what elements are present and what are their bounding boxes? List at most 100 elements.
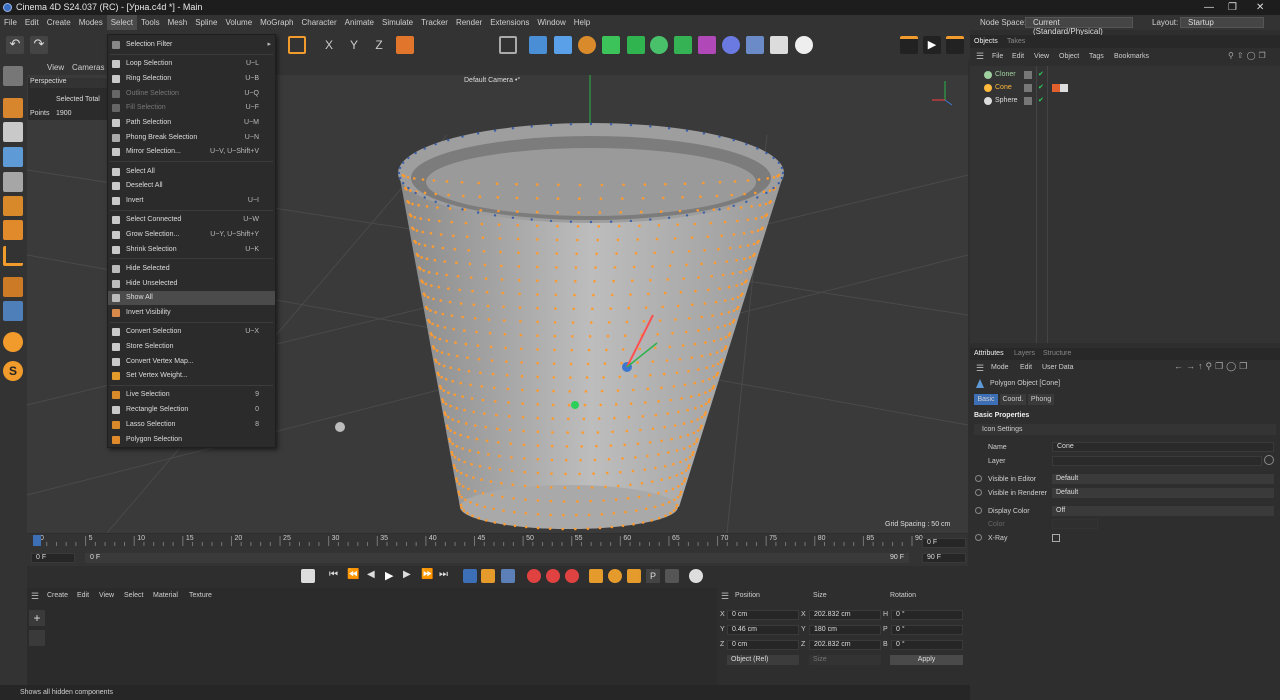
menu-mograph[interactable]: MoGraph xyxy=(256,15,297,30)
xray-radio[interactable] xyxy=(975,534,982,541)
menu-help[interactable]: Help xyxy=(570,15,594,30)
layer-field[interactable] xyxy=(1052,456,1262,466)
auto-key-icon[interactable] xyxy=(546,569,560,583)
x-axis-lock-icon[interactable]: X xyxy=(320,36,338,54)
position-field[interactable]: 0 cm xyxy=(727,640,799,650)
points-mode-icon[interactable] xyxy=(3,147,23,167)
motion-icon[interactable] xyxy=(501,569,515,583)
material-menu-create[interactable]: Create xyxy=(47,592,68,599)
layer-box-icon[interactable] xyxy=(1024,97,1032,105)
link-material-icon[interactable] xyxy=(29,630,45,646)
key-param-icon[interactable]: P xyxy=(646,569,660,583)
menu-select[interactable]: Select xyxy=(106,15,137,30)
pen-icon[interactable] xyxy=(578,36,596,54)
render-region-icon[interactable] xyxy=(288,36,306,54)
menu-simulate[interactable]: Simulate xyxy=(378,15,417,30)
timeline-settings-icon[interactable] xyxy=(689,569,703,583)
xray-checkbox[interactable] xyxy=(1052,534,1060,542)
menu-item-lasso-selection[interactable]: Lasso Selection 8 xyxy=(108,418,275,432)
objects-menu-icon[interactable]: ☰ xyxy=(976,51,984,62)
menu-item-mirror-selection[interactable]: Mirror Selection... U~V, U~Shift+V xyxy=(108,145,275,159)
attributes-menu-edit[interactable]: Edit xyxy=(1020,364,1032,371)
menu-item-phong-break-selection[interactable]: Phong Break Selection U~N xyxy=(108,131,275,145)
menu-volume[interactable]: Volume xyxy=(221,15,256,30)
node-space-dropdown[interactable]: Current (Standard/Physical) xyxy=(1025,17,1133,36)
position-field[interactable]: 0.46 cm xyxy=(727,625,799,635)
coord-mode-dropdown[interactable]: Object (Rel) xyxy=(727,655,799,665)
render-picture-viewer-icon[interactable]: ▶ xyxy=(923,36,941,54)
timeline[interactable]: 0 5 10 15 20 25 30 35 40 45 50 55 60 65 70 75 80 85 90 0 F… xyxy=(27,534,968,566)
material-menu-edit[interactable]: Edit xyxy=(77,592,89,599)
maximize-icon[interactable]: ❐ xyxy=(1228,0,1237,15)
objects-menu-bookmarks[interactable]: Bookmarks xyxy=(1114,53,1149,60)
previous-frame-icon[interactable]: ◀ xyxy=(367,569,381,583)
model-mode-tool-icon[interactable] xyxy=(3,98,23,118)
make-editable-icon[interactable] xyxy=(3,66,23,86)
record-key-icon[interactable] xyxy=(527,569,541,583)
snap-icon[interactable] xyxy=(3,301,23,321)
material-menu-material[interactable]: Material xyxy=(153,592,178,599)
subtab-coord[interactable]: Coord. xyxy=(1000,394,1026,405)
light-icon[interactable] xyxy=(795,36,813,54)
menu-item-deselect-all[interactable]: Deselect All xyxy=(108,179,275,193)
previous-key-icon[interactable]: ⏪ xyxy=(347,569,361,583)
rotation-field[interactable]: 0 ° xyxy=(891,640,963,650)
menu-mesh[interactable]: Mesh xyxy=(164,15,192,30)
keyframe-icon[interactable] xyxy=(301,569,315,583)
menu-item-store-selection[interactable]: Store Selection xyxy=(108,340,275,354)
material-menu-icon[interactable]: ☰ xyxy=(31,591,39,602)
menu-item-selection-filter[interactable]: Selection Filter ▸ xyxy=(108,38,275,52)
generator-icon[interactable] xyxy=(627,36,645,54)
menu-item-shrink-selection[interactable]: Shrink Selection U~K xyxy=(108,243,275,257)
vis-editor-radio[interactable] xyxy=(975,475,982,482)
attributes-menu-mode[interactable]: Mode xyxy=(991,364,1009,371)
material-menu-view[interactable]: View xyxy=(99,592,114,599)
render-view-icon[interactable] xyxy=(900,36,918,54)
menu-item-loop-selection[interactable]: Loop Selection U~L xyxy=(108,57,275,71)
key-rotation-icon[interactable] xyxy=(608,569,622,583)
color-swatch[interactable] xyxy=(1052,519,1098,529)
end-frame-field[interactable]: 90 F xyxy=(922,553,966,563)
menu-item-invert[interactable]: Invert U~I xyxy=(108,194,275,208)
enabled-check-icon[interactable]: ✔ xyxy=(1038,68,1044,81)
menu-item-hide-unselected[interactable]: Hide Unselected xyxy=(108,277,275,291)
objects-menu-file[interactable]: File xyxy=(992,53,1003,60)
record-active-icon[interactable] xyxy=(565,569,579,583)
y-axis-lock-icon[interactable]: Y xyxy=(345,36,363,54)
menu-tools[interactable]: Tools xyxy=(137,15,164,30)
keyframe-mode-icon[interactable] xyxy=(481,569,495,583)
render-settings-icon[interactable] xyxy=(946,36,964,54)
current-frame-field[interactable]: 0 F xyxy=(922,538,966,548)
undo-icon[interactable]: ↶ xyxy=(6,36,24,54)
menu-item-ring-selection[interactable]: Ring Selection U~B xyxy=(108,72,275,86)
edges-mode-icon[interactable] xyxy=(3,172,23,192)
menu-file[interactable]: File xyxy=(0,15,21,30)
layer-box-icon[interactable] xyxy=(1024,84,1032,92)
camera-icon[interactable] xyxy=(770,36,788,54)
vis-render-radio[interactable] xyxy=(975,489,982,496)
menu-item-grow-selection[interactable]: Grow Selection... U~Y, U~Shift+Y xyxy=(108,228,275,242)
sculpt-icon[interactable] xyxy=(3,332,23,352)
cloner-icon[interactable] xyxy=(650,36,668,54)
menu-window[interactable]: Window xyxy=(533,15,569,30)
next-frame-icon[interactable]: ▶ xyxy=(403,569,417,583)
loop-icon[interactable] xyxy=(463,569,477,583)
uv-mode-icon[interactable] xyxy=(3,220,23,240)
size-field[interactable]: 202.832 cm xyxy=(809,610,881,620)
attributes-menu-userdata[interactable]: User Data xyxy=(1042,364,1074,371)
go-to-end-icon[interactable]: ⏭ xyxy=(439,569,453,583)
menu-tracker[interactable]: Tracker xyxy=(417,15,452,30)
tab-layers[interactable]: Layers xyxy=(1014,350,1035,357)
subdivision-icon[interactable] xyxy=(602,36,620,54)
menu-item-invert-visibility[interactable]: Invert Visibility xyxy=(108,306,275,320)
mograph-icon[interactable] xyxy=(674,36,692,54)
objects-menu-object[interactable]: Object xyxy=(1059,53,1079,60)
size-field[interactable]: 202.832 cm xyxy=(809,640,881,650)
go-to-start-icon[interactable]: ⏮ xyxy=(329,569,343,583)
position-field[interactable]: 0 cm xyxy=(727,610,799,620)
menu-item-rectangle-selection[interactable]: Rectangle Selection 0 xyxy=(108,403,275,417)
axis-mode-icon[interactable] xyxy=(3,246,23,266)
menu-character[interactable]: Character xyxy=(298,15,341,30)
menu-modes[interactable]: Modes xyxy=(75,15,107,30)
coord-menu-icon[interactable]: ☰ xyxy=(721,591,729,602)
